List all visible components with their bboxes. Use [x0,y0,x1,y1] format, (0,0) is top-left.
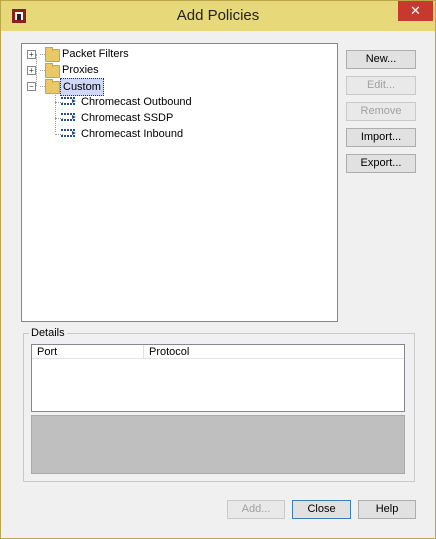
folder-icon [45,79,60,94]
policy-icon [61,129,76,137]
tree-node-chromecast-ssdp[interactable]: Chromecast SSDP [22,110,335,126]
add-button[interactable]: Add... [227,500,285,519]
tree-node-label[interactable]: Chromecast Inbound [81,126,183,142]
import-button[interactable]: Import... [346,128,416,147]
tree-node-proxies[interactable]: + Proxies [22,62,335,78]
folder-icon [45,47,60,62]
edit-button[interactable]: Edit... [346,76,416,95]
tree-node-chromecast-outbound[interactable]: Chromecast Outbound [22,94,335,110]
column-header-protocol[interactable]: Protocol [144,345,404,359]
remove-button[interactable]: Remove [346,102,416,121]
export-button[interactable]: Export... [346,154,416,173]
new-button[interactable]: New... [346,50,416,69]
tree-node-packet-filters[interactable]: + Packet Filters [22,46,335,62]
expand-icon[interactable]: + [27,66,36,75]
tree-node-custom[interactable]: − Custom [22,78,335,96]
collapse-icon[interactable]: − [27,82,36,91]
column-header-port[interactable]: Port [32,345,144,359]
tree-node-label[interactable]: Packet Filters [62,46,129,62]
policy-icon [61,113,76,121]
window-title: Add Policies [176,7,260,24]
tree-node-label[interactable]: Chromecast Outbound [81,94,192,110]
policy-icon [61,97,76,105]
details-legend: Details [29,327,67,339]
tree-node-label[interactable]: Proxies [62,62,99,78]
tree-node-chromecast-inbound[interactable]: Chromecast Inbound [22,126,335,142]
title-bar[interactable]: Add Policies ✕ [1,1,435,31]
expand-icon[interactable]: + [27,50,36,59]
help-button[interactable]: Help [358,500,416,519]
details-table[interactable]: Port Protocol [31,344,405,412]
close-window-button[interactable]: ✕ [398,1,433,21]
tree-node-label[interactable]: Chromecast SSDP [81,110,173,126]
dialog-body: + Packet Filters + Proxies − Custom Chro… [8,31,428,532]
add-policies-window: Add Policies ✕ + Packet Filters + Proxie… [0,0,436,539]
folder-icon [45,63,60,78]
policy-tree[interactable]: + Packet Filters + Proxies − Custom Chro… [21,43,338,322]
close-button[interactable]: Close [292,500,351,519]
description-panel [31,415,405,474]
